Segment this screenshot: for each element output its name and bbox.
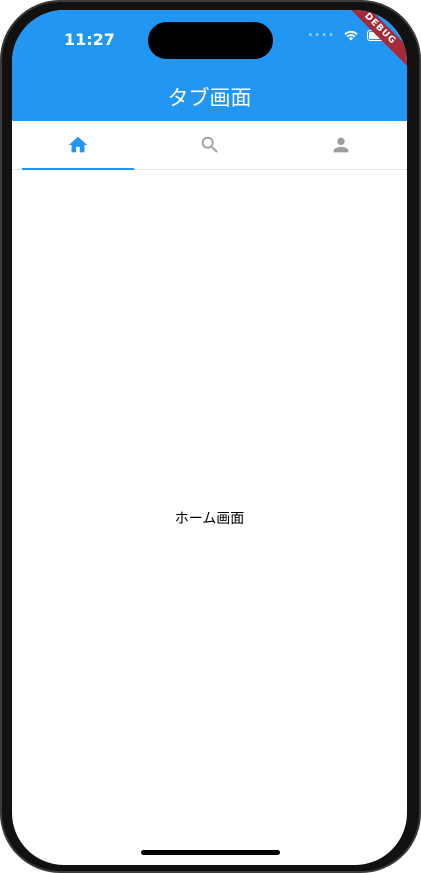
home-screen-label: ホーム画面: [174, 511, 245, 527]
screen: 11:27 •••• DEBUG タブ画面 ホーム画面: [12, 10, 407, 865]
tab-home[interactable]: [12, 121, 144, 170]
app-bar: 11:27 •••• DEBUG タブ画面: [12, 10, 407, 121]
person-icon: [333, 137, 349, 153]
tab-content: ホーム画面: [12, 170, 407, 865]
page-title: タブ画面: [167, 86, 252, 110]
dynamic-island: [148, 22, 273, 59]
search-icon: [201, 136, 218, 153]
signal-dots-icon: ••••: [307, 29, 335, 41]
wifi-icon: [344, 30, 358, 41]
debug-banner: DEBUG: [336, 10, 407, 73]
home-indicator[interactable]: [141, 850, 280, 855]
status-time: 11:27: [64, 30, 115, 49]
device-frame: 11:27 •••• DEBUG タブ画面 ホーム画面: [0, 0, 421, 873]
tab-bar: [12, 121, 407, 170]
tab-profile[interactable]: [275, 121, 407, 169]
tab-search[interactable]: [144, 121, 276, 169]
home-icon: [68, 136, 87, 153]
